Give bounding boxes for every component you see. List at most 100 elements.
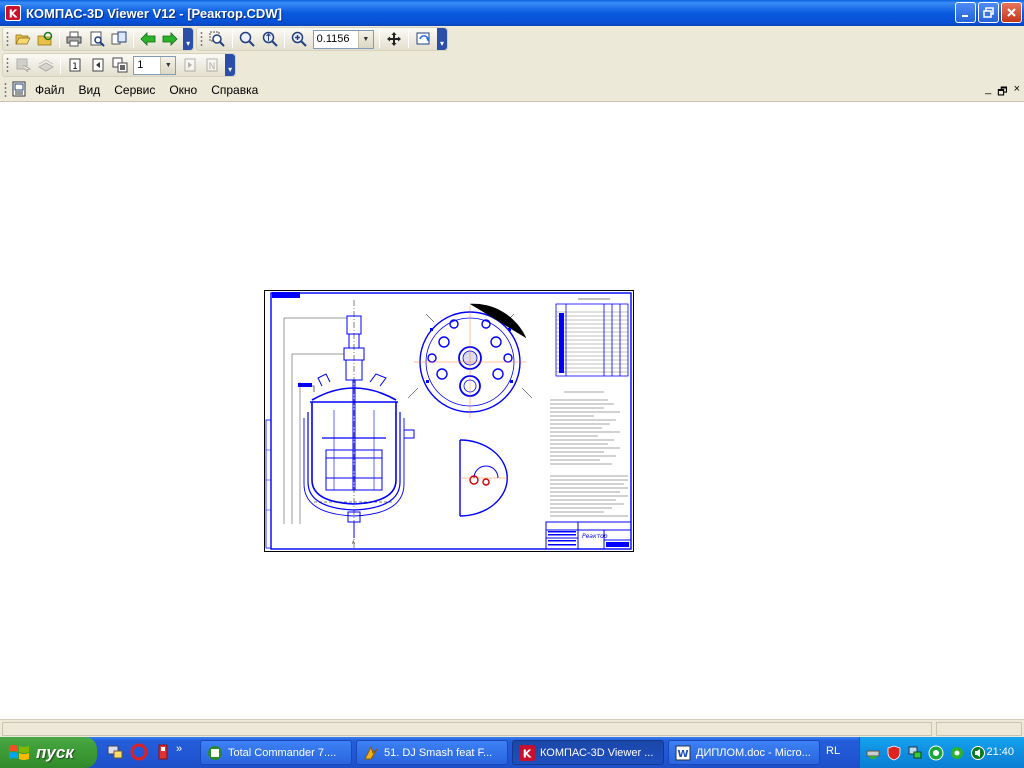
print-button[interactable] xyxy=(63,28,85,50)
mdi-close-button[interactable]: × xyxy=(1014,83,1020,102)
reactor-drawing-sheet[interactable]: A Реактор xyxy=(264,290,634,552)
zoom-dynamic-button[interactable] xyxy=(258,28,281,50)
network-icon[interactable] xyxy=(106,743,124,761)
close-button[interactable] xyxy=(1001,2,1022,23)
svg-text:1: 1 xyxy=(72,62,78,72)
sheet-last-icon: N xyxy=(206,58,218,72)
zoom-scale-combo[interactable]: 0.1156 ▼ xyxy=(312,29,374,49)
standard-toolbar: ▾ xyxy=(2,27,194,51)
toolbar-options-chevron[interactable]: ▾ xyxy=(437,28,447,50)
antivirus-shield-icon[interactable] xyxy=(886,745,902,761)
chevron-down-icon[interactable]: ▼ xyxy=(160,56,176,74)
task-kompas-viewer[interactable]: K КОМПАС-3D Viewer ... xyxy=(512,740,664,765)
menu-file[interactable]: Файл xyxy=(28,82,72,98)
toolbar-grip[interactable] xyxy=(6,31,9,47)
network-connection-icon[interactable] xyxy=(907,745,923,761)
system-tray: 21:40 xyxy=(859,737,1024,768)
quick-launch-more[interactable]: » xyxy=(176,743,182,761)
svg-text:N: N xyxy=(209,62,216,72)
sheets-grid-icon xyxy=(112,57,128,73)
toolbar-grip[interactable] xyxy=(200,31,203,47)
menu-view[interactable]: Вид xyxy=(72,82,108,98)
zoom-dynamic-icon xyxy=(262,31,278,47)
separator xyxy=(408,30,410,48)
menu-service[interactable]: Сервис xyxy=(107,82,162,98)
opera-icon[interactable] xyxy=(130,743,148,761)
toolbar-row-layers: 1 1 ▼ N ▾ xyxy=(0,52,1024,78)
sheet-all-button[interactable] xyxy=(109,54,131,76)
document-icon[interactable] xyxy=(11,81,27,97)
task-label: Total Commander 7.... xyxy=(228,746,337,759)
minimize-button[interactable] xyxy=(955,2,976,23)
zoom-window-icon xyxy=(209,31,225,47)
refresh-button[interactable] xyxy=(412,28,435,50)
separator xyxy=(231,30,233,48)
zoom-window-button[interactable] xyxy=(206,28,229,50)
green-circle-status-icon[interactable] xyxy=(928,745,944,761)
recent-files-button[interactable] xyxy=(34,28,56,50)
menu-window[interactable]: Окно xyxy=(162,82,204,98)
toolbar-grip[interactable] xyxy=(6,57,9,73)
sheet-previous-icon xyxy=(92,58,104,72)
separator xyxy=(378,30,380,48)
sheet-first-button[interactable]: 1 xyxy=(64,54,86,76)
print-preview-button[interactable] xyxy=(86,28,108,50)
layers-button[interactable] xyxy=(34,54,56,76)
usb-drive-icon[interactable] xyxy=(154,743,172,761)
chevron-down-icon[interactable]: ▼ xyxy=(357,30,373,48)
start-button[interactable]: пуск xyxy=(0,737,97,768)
zoom-in-button[interactable] xyxy=(288,28,311,50)
separator xyxy=(283,30,285,48)
arrow-left-icon xyxy=(140,32,156,46)
window-title: КОМПАС-3D Viewer V12 - [Реактор.CDW] xyxy=(26,5,282,21)
winamp-icon xyxy=(364,745,378,759)
separator xyxy=(132,30,134,48)
zoom-in-icon xyxy=(292,31,308,47)
folder-refresh-icon xyxy=(37,31,53,46)
menubar-grip[interactable] xyxy=(4,82,7,98)
zoom-all-button[interactable] xyxy=(236,28,259,50)
task-music-player[interactable]: 51. DJ Smash feat F... xyxy=(356,740,508,765)
menu-help[interactable]: Справка xyxy=(204,82,265,98)
mdi-restore-button[interactable]: 🗗 xyxy=(997,83,1007,102)
sheet-last-button[interactable]: N xyxy=(201,54,223,76)
view-toolbar: 0.1156 ▼ ▾ xyxy=(196,27,448,51)
page-number-value: 1 xyxy=(137,59,144,71)
title-block-name: Реактор xyxy=(582,533,608,540)
menu-items: Файл Вид Сервис Окно Справка xyxy=(28,82,265,98)
open-button[interactable] xyxy=(12,28,34,50)
toolbar-options-chevron[interactable]: ▾ xyxy=(183,28,193,50)
task-total-commander[interactable]: Total Commander 7.... xyxy=(200,740,352,765)
icq-icon[interactable] xyxy=(949,745,965,761)
menu-bar: Файл Вид Сервис Окно Справка _ 🗗 × xyxy=(0,78,1024,102)
clock[interactable]: 21:40 xyxy=(986,746,1014,758)
svg-text:A: A xyxy=(352,540,355,545)
task-label: 51. DJ Smash feat F... xyxy=(384,746,493,759)
printer-icon xyxy=(66,31,82,47)
total-commander-icon xyxy=(208,745,222,760)
toolbar-options-chevron[interactable]: ▾ xyxy=(225,54,236,76)
mdi-minimize-button[interactable]: _ xyxy=(985,83,991,102)
task-word-document[interactable]: W ДИПЛОМ.doc - Micro... xyxy=(668,740,820,765)
minimize-icon xyxy=(962,15,968,17)
kompas-app-icon: K xyxy=(519,744,535,761)
layer-select-icon xyxy=(16,58,32,73)
volume-icon[interactable] xyxy=(970,745,986,761)
taskbar: пуск » Total Commander 7.... 51. DJ Smas… xyxy=(0,737,1024,768)
sheet-next-button[interactable] xyxy=(178,54,200,76)
forward-button[interactable] xyxy=(159,28,181,50)
sheet-prev-button[interactable] xyxy=(86,54,108,76)
status-cell-extra xyxy=(936,722,1022,736)
safely-remove-hardware-icon[interactable] xyxy=(865,745,881,761)
page-number-combo[interactable]: 1 ▼ xyxy=(133,55,177,75)
restore-button[interactable] xyxy=(978,2,999,23)
task-label: КОМПАС-3D Viewer ... xyxy=(540,746,654,759)
page-layout-button[interactable] xyxy=(108,28,130,50)
language-indicator[interactable]: RL xyxy=(826,745,840,757)
folder-open-icon xyxy=(15,34,31,45)
document-toolbar: 1 1 ▼ N ▾ xyxy=(2,53,236,77)
select-layer-button[interactable] xyxy=(12,54,34,76)
back-button[interactable] xyxy=(137,28,159,50)
pan-button[interactable] xyxy=(383,28,406,50)
zoom-fit-icon xyxy=(239,31,255,47)
